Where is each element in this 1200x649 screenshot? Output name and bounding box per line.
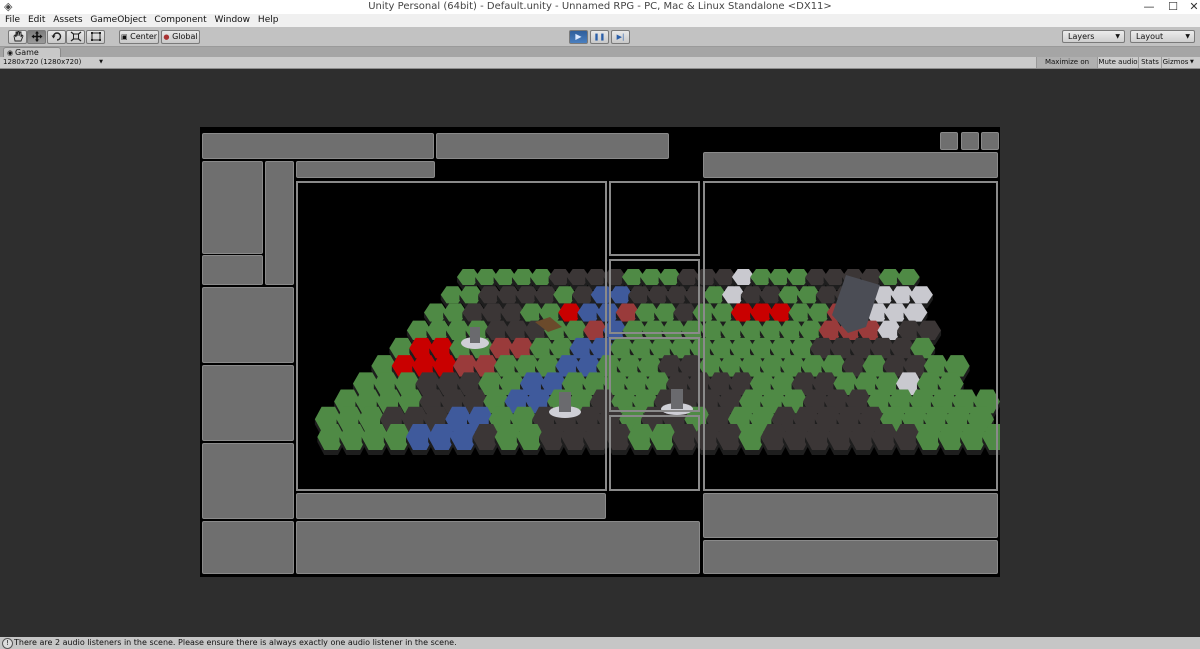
slot-frame-3	[609, 337, 700, 412]
menu-component[interactable]: Component	[154, 14, 206, 27]
left-panel-2	[202, 255, 263, 285]
tab-game[interactable]: ◉ Game	[3, 47, 61, 57]
game-tab-label: Game	[15, 48, 39, 57]
bottom-bar-panel	[296, 493, 606, 519]
move-icon	[31, 31, 42, 42]
pivot-center-toggle[interactable]: ▣ Center	[119, 30, 159, 44]
rotate-icon	[51, 32, 61, 41]
scale-tool-button[interactable]	[66, 30, 85, 44]
menu-button-3[interactable]	[981, 132, 999, 150]
tab-bar: ◉ Game	[0, 47, 1200, 57]
status-bar: ! There are 2 audio listeners in the sce…	[0, 637, 1200, 649]
menu-button-1[interactable]	[940, 132, 958, 150]
resolution-label: 1280x720 (1280x720)	[3, 58, 82, 66]
stats-toggle[interactable]: Stats	[1138, 57, 1161, 68]
slot-frame-1	[609, 181, 700, 256]
rect-icon	[90, 32, 101, 41]
globe-icon: ●	[163, 33, 170, 41]
hand-tool-button[interactable]	[8, 30, 27, 44]
map-frame-right	[703, 181, 998, 491]
left-panel-1	[202, 161, 263, 254]
left-panel-tall	[265, 161, 294, 285]
menu-assets[interactable]: Assets	[53, 14, 82, 27]
left-panel-4	[202, 365, 294, 441]
bottom-wide-panel	[296, 521, 700, 574]
gizmos-dropdown[interactable]: Gizmos	[1161, 57, 1189, 68]
scale-icon	[70, 31, 81, 42]
maximize-on-play-toggle[interactable]: Maximize on Play	[1036, 57, 1097, 77]
menu-button-2[interactable]	[961, 132, 979, 150]
slot-frame-2	[609, 259, 700, 334]
chevron-down-icon: ▼	[1115, 33, 1120, 40]
chevron-down-icon: ▼	[1190, 59, 1194, 65]
top-center-panel	[436, 133, 669, 159]
resolution-dropdown[interactable]: 1280x720 (1280x720) ▼	[3, 57, 107, 68]
menu-file[interactable]: File	[5, 14, 20, 27]
pivot-icon: ▣	[120, 33, 128, 41]
layers-dropdown[interactable]: Layers ▼	[1062, 30, 1125, 43]
chevron-down-icon: ▼	[99, 59, 103, 65]
map-frame-left	[296, 181, 607, 491]
bottom-right-panel-2	[703, 540, 998, 574]
pause-button[interactable]: ❚❚	[590, 30, 609, 44]
main-toolbar: ▣ Center ● Global ▶ ❚❚ ▶| Layers ▼ Layou…	[0, 27, 1200, 47]
slot-frame-4	[609, 415, 700, 491]
game-screen	[200, 127, 1000, 577]
chevron-down-icon: ▼	[1185, 33, 1190, 40]
layout-label: Layout	[1136, 32, 1164, 41]
rect-tool-button[interactable]	[86, 30, 105, 44]
left-panel-3	[202, 287, 294, 363]
space-label: Global	[172, 32, 198, 41]
menu-gameobject[interactable]: GameObject	[90, 14, 146, 27]
layout-dropdown[interactable]: Layout ▼	[1130, 30, 1195, 43]
menu-help[interactable]: Help	[258, 14, 279, 27]
window-title-bar: ◈ Unity Personal (64bit) - Default.unity…	[0, 0, 1200, 14]
minimize-button[interactable]: —	[1137, 0, 1161, 14]
pivot-label: Center	[130, 32, 158, 41]
bottom-right-panel	[703, 493, 998, 538]
right-header-panel	[703, 152, 998, 178]
left-panel-6	[202, 521, 294, 574]
menu-bar: File Edit Assets GameObject Component Wi…	[0, 14, 1200, 27]
menu-window[interactable]: Window	[215, 14, 251, 27]
menu-edit[interactable]: Edit	[28, 14, 45, 27]
mute-audio-toggle[interactable]: Mute audio	[1097, 57, 1138, 68]
hand-icon	[13, 31, 24, 42]
space-global-toggle[interactable]: ● Global	[161, 30, 200, 44]
info-icon: !	[2, 638, 13, 649]
game-view-bar: 1280x720 (1280x720) ▼ Maximize on Play M…	[0, 57, 1200, 77]
layers-label: Layers	[1068, 32, 1095, 41]
play-button[interactable]: ▶	[569, 30, 588, 44]
move-tool-button[interactable]	[27, 30, 46, 44]
close-button[interactable]: ✕	[1182, 0, 1200, 14]
window-title: Unity Personal (64bit) - Default.unity -…	[368, 1, 832, 12]
status-message: There are 2 audio listeners in the scene…	[14, 638, 457, 647]
left-panel-5	[202, 443, 294, 519]
top-left-panel	[202, 133, 434, 159]
step-button[interactable]: ▶|	[611, 30, 630, 44]
rotate-tool-button[interactable]	[47, 30, 66, 44]
header-panel	[296, 161, 435, 178]
